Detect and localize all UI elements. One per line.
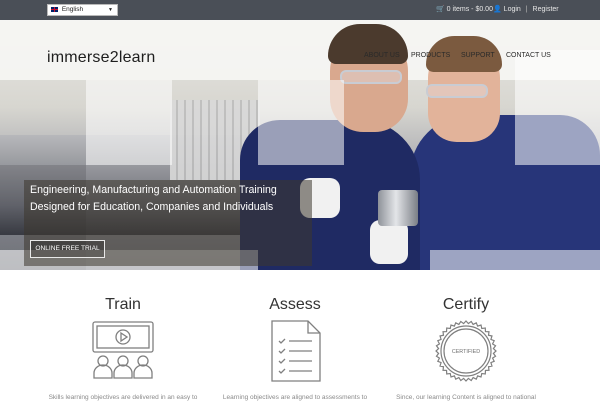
- hero-headline-line1: Engineering, Manufacturing and Automatio…: [30, 184, 277, 196]
- feature-certify: Certify Since, our learning Content is a…: [376, 296, 556, 401]
- language-select[interactable]: English ▼: [47, 4, 118, 16]
- safety-goggles-right: [426, 84, 488, 98]
- cart-summary: 0 items - $0.00: [446, 6, 493, 13]
- language-label: English: [61, 6, 84, 13]
- feature-train: Train Skills learning objectives are del…: [33, 296, 213, 401]
- checklist-document-icon: [271, 320, 321, 382]
- nav-about-us[interactable]: ABOUT US: [364, 52, 400, 59]
- cart-icon: 🛒: [436, 6, 445, 13]
- machined-part: [378, 190, 418, 226]
- glove-right: [370, 220, 408, 264]
- feature-title-train: Train: [105, 296, 141, 313]
- hero-headline-line2: Designed for Education, Companies and In…: [30, 201, 274, 213]
- hero-banner: immerse2learn ABOUT US PRODUCTS SUPPORT …: [0, 20, 600, 270]
- chevron-down-icon: ▼: [108, 7, 113, 13]
- uk-flag-icon: [51, 6, 58, 12]
- feature-title-certify: Certify: [442, 296, 490, 313]
- free-trial-button[interactable]: ONLINE FREE TRIAL: [30, 240, 105, 258]
- certified-seal-icon: CERTIFIED: [435, 320, 497, 382]
- nav-products[interactable]: PRODUCTS: [411, 52, 450, 59]
- overlay-tile: [86, 80, 172, 165]
- user-icon: 👤: [493, 6, 502, 13]
- hero-caption: Engineering, Manufacturing and Automatio…: [24, 180, 312, 266]
- video-training-icon: [92, 321, 154, 379]
- nav-support[interactable]: SUPPORT: [461, 52, 495, 59]
- certified-badge-text: CERTIFIED: [452, 349, 480, 355]
- feature-title-assess: Assess: [269, 296, 321, 313]
- account-links: 👤 Login | Register: [493, 5, 559, 13]
- feature-assess: Assess Learning objectives are aligned t…: [205, 296, 385, 401]
- nav-contact-us[interactable]: CONTACT US: [506, 52, 551, 59]
- login-link[interactable]: Login: [504, 6, 521, 13]
- site-logo[interactable]: immerse2learn: [47, 49, 155, 67]
- top-bar: English ▼ 🛒 0 items - $0.00 👤 Login | Re…: [0, 0, 600, 20]
- cart-link[interactable]: 🛒 0 items - $0.00: [436, 5, 493, 13]
- register-link[interactable]: Register: [533, 6, 559, 13]
- safety-goggles-left: [340, 70, 402, 84]
- overlay-tile: [430, 250, 600, 270]
- account-separator: |: [525, 6, 528, 13]
- overlay-tile: [515, 50, 600, 165]
- overlay-tile: [258, 80, 344, 165]
